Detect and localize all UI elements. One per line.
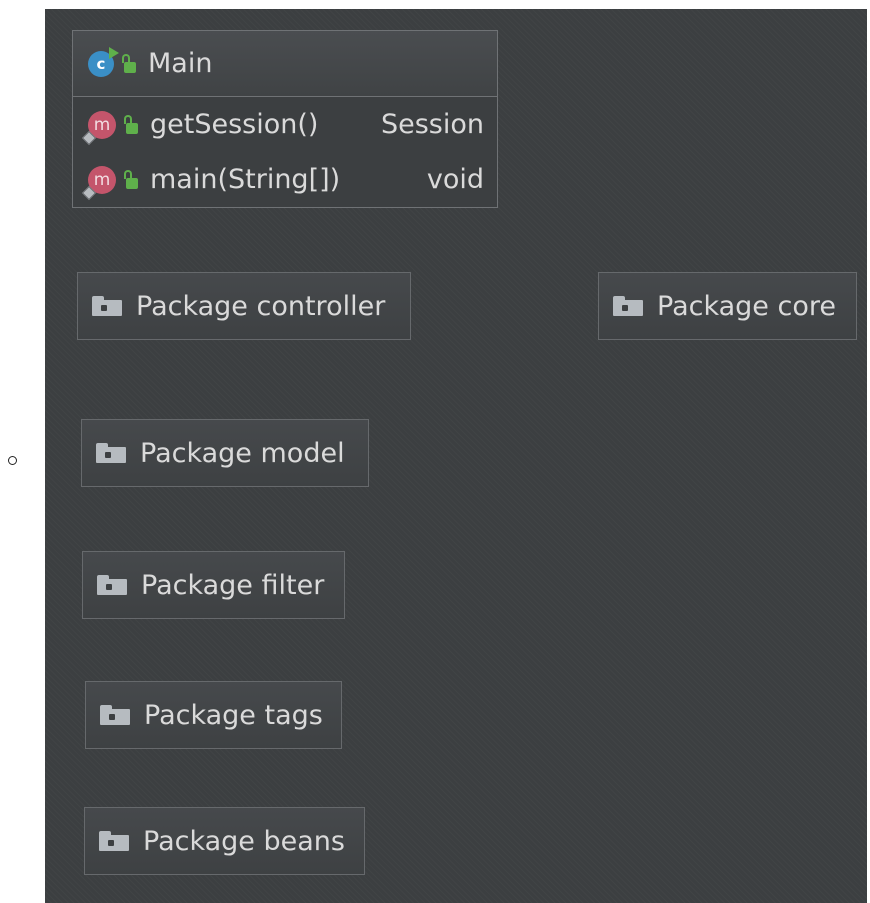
method-return-type: void (426, 164, 484, 195)
public-lock-icon (124, 114, 138, 135)
class-header[interactable]: c Main (73, 31, 497, 97)
method-row[interactable]: m getSession() Session (73, 97, 497, 152)
diagram-canvas[interactable]: c Main m getSession() Session m main(Str… (45, 9, 867, 903)
folder-icon (100, 705, 130, 725)
package-beans[interactable]: Package beans (84, 807, 365, 875)
method-icon: m (88, 165, 116, 194)
folder-icon (92, 296, 122, 316)
folder-icon (97, 575, 127, 595)
folder-icon (613, 296, 643, 316)
class-name: Main (148, 48, 213, 79)
method-name: getSession() (150, 109, 319, 140)
package-label: Package model (140, 437, 345, 469)
folder-icon (96, 443, 126, 463)
class-icon: c (88, 46, 119, 77)
folder-icon (99, 831, 129, 851)
list-bullet (8, 456, 17, 465)
class-main[interactable]: c Main m getSession() Session m main(Str… (72, 30, 498, 208)
package-tags[interactable]: Package tags (85, 681, 342, 749)
package-label: Package core (657, 290, 836, 322)
method-name: main(String[]) (150, 164, 341, 195)
public-lock-icon (122, 53, 136, 74)
package-controller[interactable]: Package controller (77, 272, 411, 340)
package-label: Package beans (143, 825, 345, 857)
package-model[interactable]: Package model (81, 419, 369, 487)
method-return-type: Session (380, 109, 484, 140)
package-filter[interactable]: Package filter (82, 551, 345, 619)
method-row[interactable]: m main(String[]) void (73, 152, 497, 207)
package-label: Package controller (136, 290, 386, 322)
package-core[interactable]: Package core (598, 272, 857, 340)
method-icon: m (88, 110, 116, 139)
package-label: Package tags (144, 699, 323, 731)
public-lock-icon (124, 169, 138, 190)
package-label: Package filter (141, 569, 325, 601)
